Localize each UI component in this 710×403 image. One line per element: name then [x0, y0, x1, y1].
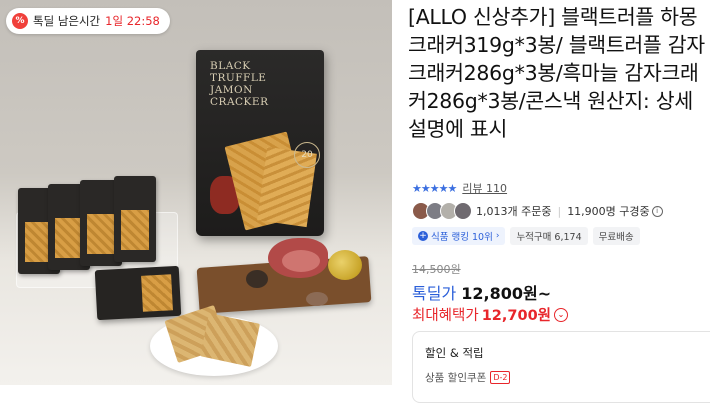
tag-row: + 식품 랭킹 10위 › 누적구매 6,174 무료배송: [412, 227, 640, 245]
main-bag: BLACK TRUFFLE JAMON CRACKER 20: [196, 50, 324, 236]
discount-header: 할인 & 적립: [425, 346, 484, 360]
product-image[interactable]: BLACK TRUFFLE JAMON CRACKER 20 % 톡딜 남은시간…: [0, 0, 392, 385]
original-price: 14,500원: [412, 263, 461, 276]
olive-oil-bowl: [328, 250, 362, 280]
product-title: [ALLO 신상추가] 블랙트러플 하몽크래커319g*3봉/ 블랙트러플 감자…: [408, 5, 705, 141]
chevron-right-icon: ›: [495, 231, 500, 241]
coupon-row[interactable]: 상품 할인쿠폰 D-2: [425, 370, 511, 385]
avatar: [454, 202, 472, 220]
deal-price-value: 12,800원~: [461, 284, 552, 303]
free-shipping-tag: 무료배송: [592, 227, 640, 245]
percent-icon: %: [12, 13, 28, 29]
max-benefit-price-row[interactable]: 최대혜택가 12,700원 ⌄: [412, 304, 568, 325]
browsing-count: 11,900명 구경중: [567, 205, 650, 218]
discount-section: 할인 & 적립 상품 할인쿠폰 D-2: [412, 331, 710, 403]
small-bag-stack: [18, 176, 188, 280]
bag-title-text: BLACK TRUFFLE JAMON CRACKER: [210, 60, 269, 108]
rating-row: ★★★★★ 리뷰 110: [412, 180, 507, 196]
coupon-label: 상품 할인쿠폰: [425, 372, 487, 384]
chevron-down-icon[interactable]: ⌄: [554, 307, 568, 322]
deal-timer-badge: % 톡딜 남은시간 1일 22:58: [6, 8, 170, 34]
social-proof-row: 1,013개 주문중 | 11,900명 구경중 i: [412, 202, 663, 220]
front-bag: [94, 265, 182, 321]
cumulative-purchase-tag: 누적구매 6,174: [510, 227, 588, 245]
info-icon[interactable]: i: [651, 205, 663, 217]
deal-timer-value: 1일 22:58: [105, 14, 160, 28]
pepper-pile: [306, 292, 328, 306]
bag-seal: 20: [294, 142, 320, 168]
deal-price-label: 톡딜가: [412, 284, 457, 303]
deal-timer-label: 톡딜 남은시간: [33, 14, 101, 28]
deal-price-row: 톡딜가 12,800원~: [412, 280, 551, 304]
review-link[interactable]: 리뷰 110: [462, 180, 507, 196]
order-count: 1,013개 주문중: [476, 205, 552, 218]
max-benefit-value: 12,700원: [481, 308, 551, 324]
product-info-panel: [ALLO 신상추가] 블랙트러플 하몽크래커319g*3봉/ 블랙트러플 감자…: [408, 0, 710, 403]
max-benefit-label: 최대혜택가: [412, 308, 479, 324]
plus-icon: +: [418, 231, 428, 241]
ranking-label: 식품 랭킹 10위: [431, 232, 493, 243]
buyer-avatars: [412, 202, 472, 220]
ranking-tag[interactable]: + 식품 랭킹 10위 ›: [412, 227, 506, 245]
divider: |: [557, 204, 562, 218]
truffle: [246, 270, 268, 288]
ham-slice: [282, 250, 320, 272]
small-bag: [114, 176, 156, 262]
dday-badge: D-2: [490, 371, 511, 384]
star-rating-icon: ★★★★★: [412, 181, 457, 195]
